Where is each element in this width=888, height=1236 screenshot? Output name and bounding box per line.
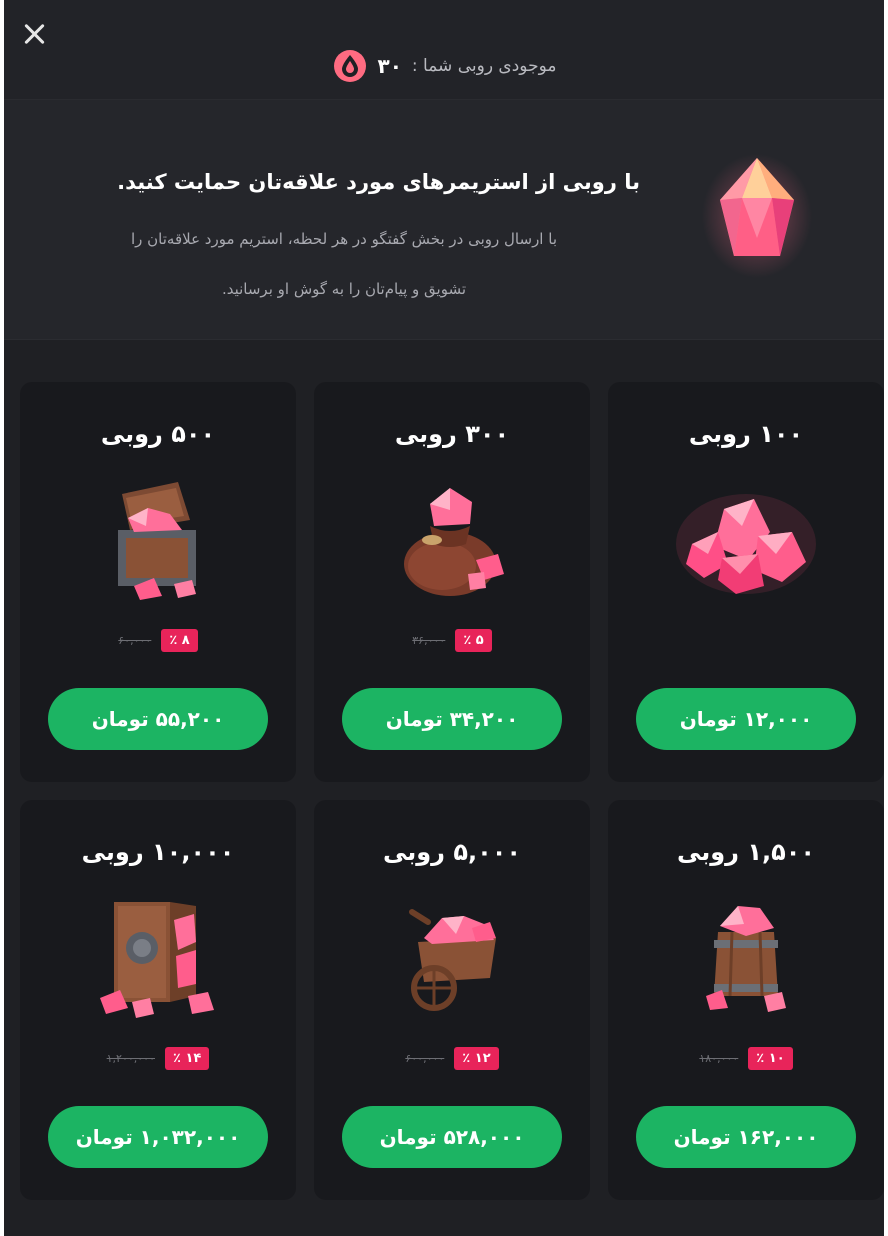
discount-badge: ۱۴ ٪ xyxy=(165,1046,210,1070)
original-price: ۱۸۰,۰۰۰ xyxy=(699,1051,739,1065)
package-title: ۱۰۰ روبی xyxy=(688,420,804,448)
package-title: ۵,۰۰۰ روبی xyxy=(382,838,522,866)
discount-row: ۳۶,۰۰۰ ۵ ٪ xyxy=(314,626,590,654)
gem-vault-icon xyxy=(100,902,214,1018)
original-price: ۶۰۰,۰۰۰ xyxy=(405,1051,445,1065)
ruby-balance: موجودی روبی شما : ۳۰ xyxy=(4,46,884,86)
ruby-purchase-modal: موجودی روبی شما : ۳۰ با روبی از استریمره… xyxy=(4,0,884,1236)
package-card-5000: ۵,۰۰۰ روبی ۶۰۰,۰۰۰ ۱۲ ٪ ۵۲۸,۰۰۰ تومان xyxy=(314,800,590,1200)
buy-button[interactable]: ۱,۰۳۲,۰۰۰ تومان xyxy=(48,1106,268,1168)
package-title: ۱۰,۰۰۰ روبی xyxy=(81,838,235,866)
discount-row: ۱۸۰,۰۰۰ ۱۰ ٪ xyxy=(608,1044,884,1072)
hero-banner: با روبی از استریمرهای مورد علاقه‌تان حما… xyxy=(4,100,884,340)
hero-description-line-1: با ارسال روبی در بخش گفتگو در هر لحظه، ا… xyxy=(130,230,557,248)
buy-button[interactable]: ۵۲۸,۰۰۰ تومان xyxy=(342,1106,562,1168)
ruby-gem-icon xyxy=(702,154,812,278)
original-price: ۱,۲۰۰,۰۰۰ xyxy=(106,1051,155,1065)
treasure-chest-icon xyxy=(118,482,196,600)
original-price: ۳۶,۰۰۰ xyxy=(412,633,446,647)
gem-cart-icon xyxy=(409,909,496,1011)
package-title: ۱,۵۰۰ روبی xyxy=(676,838,816,866)
discount-badge: ۸ ٪ xyxy=(161,628,198,652)
original-price: ۶۰,۰۰۰ xyxy=(118,633,152,647)
discount-row: ۶۰۰,۰۰۰ ۱۲ ٪ xyxy=(314,1044,590,1072)
discount-badge: ۱۲ ٪ xyxy=(454,1046,499,1070)
package-card-100: ۱۰۰ روبی ۱۲,۰۰۰ تومان xyxy=(608,382,884,782)
balance-label: موجودی روبی شما : xyxy=(411,56,557,76)
discount-row: ۶۰,۰۰۰ ۸ ٪ xyxy=(20,626,296,654)
hero-description-line-2: تشویق و پیام‌تان را به گوش او برسانید. xyxy=(221,280,467,298)
discount-badge: ۵ ٪ xyxy=(455,628,492,652)
buy-button[interactable]: ۵۵,۲۰۰ تومان xyxy=(48,688,268,750)
gem-barrel-icon xyxy=(706,906,786,1012)
header: موجودی روبی شما : ۳۰ xyxy=(4,0,884,100)
discount-row: ۱,۲۰۰,۰۰۰ ۱۴ ٪ xyxy=(20,1044,296,1072)
hero-text: با روبی از استریمرهای مورد علاقه‌تان حما… xyxy=(44,170,644,314)
discount-badge: ۱۰ ٪ xyxy=(748,1046,793,1070)
buy-button[interactable]: ۱۲,۰۰۰ تومان xyxy=(636,688,856,750)
package-title: ۵۰۰ روبی xyxy=(100,420,216,448)
buy-button[interactable]: ۳۴,۲۰۰ تومان xyxy=(342,688,562,750)
balance-value: ۳۰ xyxy=(377,54,402,78)
hero-description: با ارسال روبی در بخش گفتگو در هر لحظه، ا… xyxy=(44,214,644,314)
ruby-icon xyxy=(333,50,366,82)
gem-sack-icon xyxy=(404,488,504,596)
package-card-500: ۵۰۰ روبی ۶۰,۰۰۰ ۸ ٪ ۵۵,۲۰۰ تومان xyxy=(20,382,296,782)
package-title: ۳۰۰ روبی xyxy=(394,420,510,448)
gems-cluster-icon xyxy=(676,494,816,594)
hero-title: با روبی از استریمرهای مورد علاقه‌تان حما… xyxy=(117,170,640,194)
package-card-300: ۳۰۰ روبی ۳۶,۰۰۰ ۵ ٪ ۳۴,۲۰۰ تومان xyxy=(314,382,590,782)
buy-button[interactable]: ۱۶۲,۰۰۰ تومان xyxy=(636,1106,856,1168)
package-card-10000: ۱۰,۰۰۰ روبی ۱,۲۰۰,۰۰۰ ۱۴ ٪ ۱,۰۳۲,۰۰۰ توم… xyxy=(20,800,296,1200)
package-card-1500: ۱,۵۰۰ روبی ۱۸۰,۰۰۰ ۱۰ ٪ ۱۶۲,۰۰۰ تومان xyxy=(608,800,884,1200)
